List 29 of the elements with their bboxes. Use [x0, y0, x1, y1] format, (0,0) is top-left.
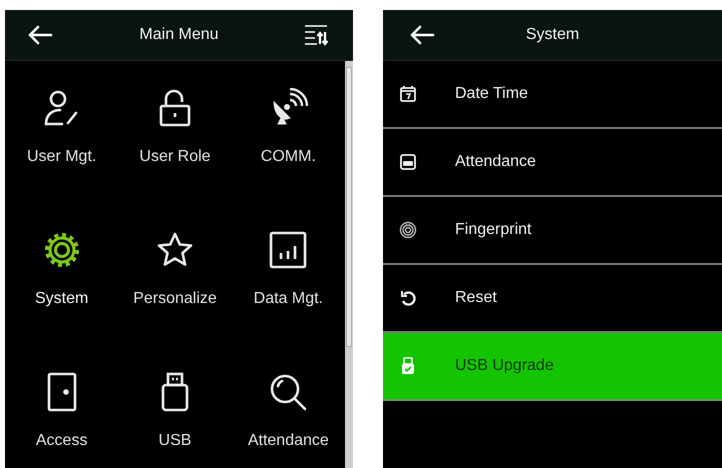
usb-check-icon — [399, 357, 417, 375]
search-icon — [268, 372, 308, 412]
menu-tile[interactable]: Personalize — [118, 223, 232, 365]
monitor-icon — [399, 153, 417, 171]
back-arrow-icon[interactable] — [27, 25, 53, 45]
menu-tile[interactable]: COMM. — [232, 81, 345, 223]
menu-item[interactable]: Attendance — [383, 129, 722, 197]
menu-tile[interactable]: Attendance — [232, 365, 345, 468]
menu-tile[interactable]: Data Mgt. — [232, 223, 345, 365]
door-icon — [46, 372, 78, 412]
menu-tile[interactable]: User Mgt. — [5, 81, 118, 223]
scrollbar[interactable] — [345, 61, 353, 468]
header-title: System — [526, 26, 580, 44]
reset-icon — [399, 289, 417, 307]
bar-chart-icon — [268, 230, 308, 270]
header-title: Main Menu — [139, 26, 219, 44]
menu-item[interactable]: Date Time — [383, 61, 722, 129]
menu-tile[interactable]: System — [5, 223, 118, 365]
menu-tile[interactable]: Access — [5, 365, 118, 468]
back-arrow-icon[interactable] — [409, 25, 435, 45]
fingerprint-icon — [399, 221, 417, 239]
usb-drive-icon — [158, 372, 191, 412]
calendar-icon — [399, 85, 417, 103]
menu-tile[interactable]: USB — [118, 365, 232, 468]
menu-item[interactable]: USB Upgrade — [383, 333, 722, 401]
sort-menu-icon[interactable] — [303, 24, 329, 46]
menu-tile[interactable]: User Role — [118, 81, 232, 223]
scrollbar-thumb[interactable] — [346, 67, 352, 347]
menu-item[interactable]: Fingerprint — [383, 197, 722, 265]
